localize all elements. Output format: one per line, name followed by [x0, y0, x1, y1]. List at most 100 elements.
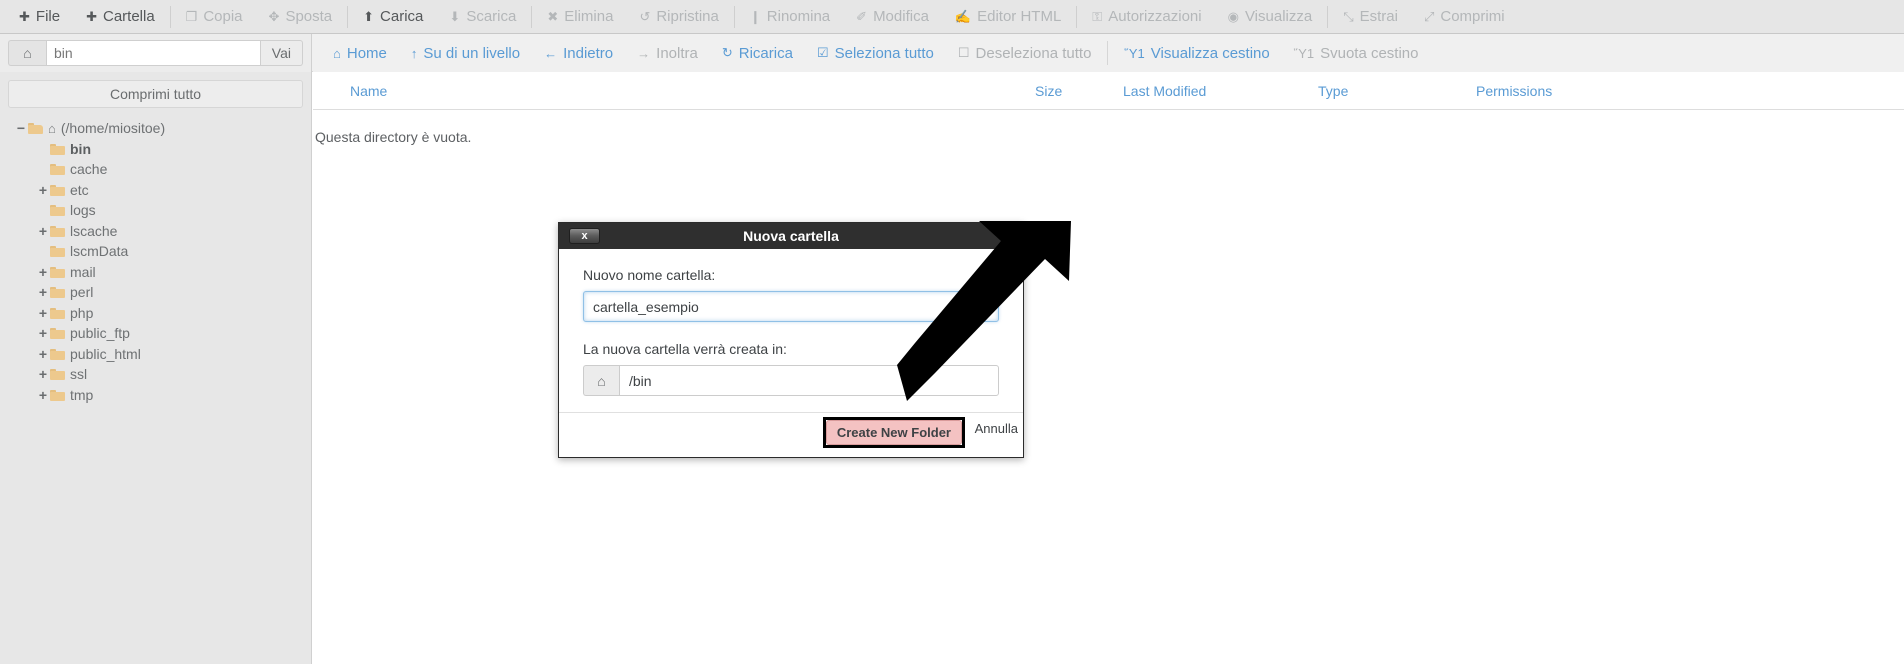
expand-icon[interactable]: + — [36, 223, 50, 239]
html-editor-icon: ✍ — [954, 9, 972, 24]
tree-item-lscmdata[interactable]: lscmData — [14, 241, 311, 262]
cancel-button[interactable]: Annulla — [975, 421, 1018, 436]
tree-item-public_html[interactable]: + public_html — [14, 344, 311, 365]
home-icon: ⌂ — [333, 45, 341, 61]
toolbar-button-label: Editor HTML — [977, 8, 1062, 25]
nav-button-visualizza-cestino[interactable]: Ὕ1 Visualizza cestino — [1112, 34, 1281, 72]
column-header-type[interactable]: Type — [1318, 83, 1348, 99]
nav-button-home[interactable]: ⌂ Home — [321, 34, 399, 72]
expand-icon[interactable]: + — [36, 366, 50, 382]
close-icon[interactable]: x — [569, 228, 600, 244]
nav-button-deseleziona-tutto: ☐ Deseleziona tutto — [946, 34, 1104, 72]
toolbar-separator — [1327, 5, 1329, 28]
tree-item-public_ftp[interactable]: + public_ftp — [14, 323, 311, 344]
toolbar-button-elimina: ✖ Elimina — [534, 0, 626, 34]
trash-icon: Ὕ1 — [1293, 45, 1315, 61]
nav-button-label: Deseleziona tutto — [975, 44, 1092, 62]
nav-button-ricarica[interactable]: ↻ Ricarica — [710, 34, 805, 72]
go-button[interactable]: Vai — [260, 40, 303, 66]
collapse-all-button[interactable]: Comprimi tutto — [8, 80, 303, 108]
toolbar-button-rinomina: ❙ Rinomina — [737, 0, 843, 34]
nav-button-seleziona-tutto[interactable]: ☑ Seleziona tutto — [805, 34, 946, 72]
arrow-right-icon: → — [637, 45, 651, 61]
toolbar-button-label: Modifica — [873, 8, 929, 25]
toolbar-button-ripristina: ↺ Ripristina — [626, 0, 731, 34]
nav-button-su-di-un-livello[interactable]: ↑ Su di un livello — [399, 34, 532, 72]
toolbar-button-editor-html: ✍ Editor HTML — [942, 0, 1074, 34]
tree-item-bin[interactable]: bin — [14, 139, 311, 160]
home-icon[interactable]: ⌂ — [8, 40, 46, 66]
create-new-folder-button[interactable]: Create New Folder — [825, 420, 962, 445]
tree-item-etc[interactable]: + etc — [14, 180, 311, 201]
expand-icon[interactable]: + — [36, 387, 50, 403]
tree-item-label: php — [70, 304, 94, 321]
column-header-last-modified[interactable]: Last Modified — [1123, 83, 1206, 99]
tree-item-label: mail — [70, 263, 96, 280]
tree-item-ssl[interactable]: + ssl — [14, 364, 311, 385]
expand-icon[interactable]: + — [36, 305, 50, 321]
folder-location-input[interactable] — [619, 365, 999, 396]
nav-button-label: Inoltra — [656, 44, 698, 62]
new-folder-dialog: x Nuova cartella Nuovo nome cartella: La… — [558, 222, 1024, 458]
column-header-size[interactable]: Size — [1035, 83, 1062, 99]
column-header-permissions[interactable]: Permissions — [1476, 83, 1552, 99]
collapse-icon[interactable]: − — [14, 120, 28, 136]
tree-item-label: perl — [70, 284, 94, 301]
expand-icon[interactable]: + — [36, 325, 50, 341]
eye-icon: ◉ — [1227, 9, 1239, 24]
tree-item-tmp[interactable]: + tmp — [14, 385, 311, 406]
tree-item-mail[interactable]: + mail — [14, 262, 311, 283]
home-icon: ⌂ — [48, 120, 56, 136]
toolbar-button-comprimi: ⤢ Comprimi — [1411, 0, 1518, 34]
toolbar-button-cartella[interactable]: ✚ Cartella — [73, 0, 168, 34]
folder-icon — [50, 266, 65, 278]
toolbar-button-sposta: ✥ Sposta — [256, 0, 346, 34]
toolbar-button-file[interactable]: ✚ File — [6, 0, 73, 34]
nav-button-label: Svuota cestino — [1320, 44, 1419, 62]
tree-item-label: lscache — [70, 222, 118, 239]
tree-item--home-miositoe-[interactable]: − ⌂ (/home/miositoe) — [14, 118, 311, 139]
nav-button-label: Seleziona tutto — [834, 44, 934, 62]
tree-item-label: public_html — [70, 345, 141, 362]
toolbar-button-carica[interactable]: ⬆ Carica — [350, 0, 436, 34]
toolbar-separator — [1076, 5, 1078, 28]
tree-item-cache[interactable]: cache — [14, 159, 311, 180]
move-icon: ✥ — [268, 9, 280, 24]
arrow-left-icon: ← — [544, 45, 558, 61]
file-list-header: Name Size Last Modified Type Permissions — [313, 72, 1904, 110]
checkbox-empty-icon: ☐ — [957, 45, 970, 60]
toolbar-button-label: Ripristina — [656, 8, 719, 25]
tree-item-php[interactable]: + php — [14, 303, 311, 324]
tree-item-label: lscmData — [70, 243, 129, 260]
tree-item-lscache[interactable]: + lscache — [14, 221, 311, 242]
toolbar-button-label: Comprimi — [1440, 8, 1505, 25]
expand-icon[interactable]: + — [36, 284, 50, 300]
column-header-name[interactable]: Name — [350, 83, 387, 99]
expand-icon[interactable]: + — [36, 264, 50, 280]
tree-item-label: bin — [70, 140, 91, 157]
path-input[interactable] — [46, 40, 261, 66]
tree-item-label: (/home/miositoe) — [60, 120, 166, 137]
empty-directory-message: Questa directory è vuota. — [315, 129, 472, 145]
nav-button-label: Ricarica — [738, 44, 793, 62]
tree-item-label: etc — [70, 181, 89, 198]
tree-item-logs[interactable]: logs — [14, 200, 311, 221]
folder-icon — [50, 389, 65, 401]
toolbar-separator — [347, 5, 349, 28]
tree-item-label: ssl — [70, 366, 88, 383]
compress-arrows-icon: ⤢ — [1423, 9, 1435, 24]
folder-icon — [50, 143, 65, 155]
restore-icon: ↺ — [639, 9, 651, 24]
expand-icon[interactable]: + — [36, 346, 50, 362]
toolbar-button-label: Visualizza — [1244, 8, 1313, 25]
expand-icon[interactable]: + — [36, 182, 50, 198]
toolbar-button-label: File — [35, 8, 61, 25]
tree-item-perl[interactable]: + perl — [14, 282, 311, 303]
navigation-toolbar: ⌂ Home ↑ Su di un livello ← Indietro → Inoltra ↻… — [313, 34, 1904, 72]
file-icon: ❙ — [749, 9, 761, 24]
nav-button-indietro[interactable]: ← Indietro — [532, 34, 625, 72]
nav-button-svuota-cestino: Ὕ1 Svuota cestino — [1282, 34, 1431, 72]
file-list-panel: Name Size Last Modified Type Permissions… — [313, 72, 1904, 664]
folder-name-input[interactable] — [583, 291, 999, 322]
toolbar-button-autorizzazioni: ⚿ Autorizzazioni — [1079, 0, 1214, 34]
